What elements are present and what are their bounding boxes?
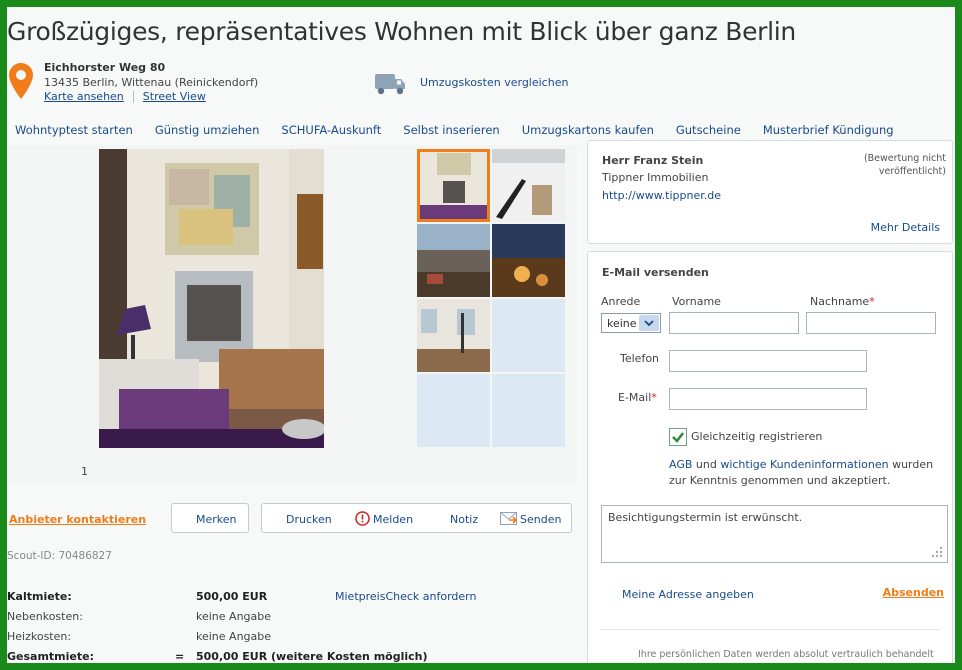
rating-line: veröffentlicht)	[878, 166, 946, 177]
message-textarea[interactable]: Besichtigungstermin ist erwünscht.	[601, 505, 948, 563]
moving-truck-icon	[375, 74, 405, 95]
thumbnail-empty	[492, 299, 565, 372]
email-form: E-Mail versenden Anrede Vorname Nachname…	[587, 251, 953, 663]
service-nav: Wohntyptest starten Günstig umziehen SCH…	[15, 123, 916, 137]
firstname-label: Vorname	[672, 295, 721, 308]
cost-row-cold: Kaltmiete: 500,00 EUR MietpreisCheck anf…	[7, 590, 476, 603]
nav-item-cheap-moving[interactable]: Günstig umziehen	[155, 123, 260, 137]
required-mark: *	[651, 391, 657, 404]
nav-item-vouchers[interactable]: Gutscheine	[676, 123, 741, 137]
main-photo[interactable]	[99, 149, 324, 448]
nav-item-self-listing[interactable]: Selbst inserieren	[403, 123, 499, 137]
page-frame: Großzügiges, repräsentatives Wohnen mit …	[7, 7, 955, 663]
address-links: Karte ansehen Street View	[44, 90, 206, 103]
salutation-select[interactable]: keine	[601, 313, 661, 333]
nav-item-type-test[interactable]: Wohntyptest starten	[15, 123, 133, 137]
more-details-link[interactable]: Mehr Details	[871, 221, 940, 234]
scout-id: Scout-ID: 70486827	[7, 550, 112, 562]
agent-rating: (Bewertung nicht veröffentlicht)	[864, 153, 946, 177]
nav-item-termination-letter[interactable]: Musterbrief Kündigung	[763, 123, 894, 137]
map-link[interactable]: Karte ansehen	[44, 90, 124, 103]
agb-link[interactable]: AGB	[669, 458, 692, 471]
nav-item-moving-boxes[interactable]: Umzugskartons kaufen	[522, 123, 654, 137]
salutation-value: keine	[607, 317, 637, 330]
email-input[interactable]	[669, 388, 867, 410]
send-mail-icon	[500, 512, 517, 525]
total-rent-label: Gesamtmiete:	[7, 650, 94, 663]
register-label: Gleichzeitig registrieren	[691, 430, 823, 443]
terms-rest: wurden	[888, 458, 934, 471]
salutation-label: Anrede	[601, 295, 641, 308]
submit-button[interactable]: Absenden	[883, 586, 944, 599]
terms-rest: zur Kenntnis genommen und akzeptiert.	[669, 474, 891, 487]
cost-row-extra: Nebenkosten: keine Angabe	[7, 610, 271, 623]
location-pin-icon	[9, 63, 33, 99]
thumbnail[interactable]	[492, 149, 565, 222]
photo-counter: 1	[81, 465, 88, 478]
extra-costs-value: keine Angabe	[196, 610, 272, 623]
message-text: Besichtigungstermin ist erwünscht.	[608, 511, 803, 524]
form-divider	[600, 629, 940, 630]
thumbnail[interactable]	[417, 224, 490, 297]
chevron-down-icon	[639, 315, 659, 331]
action-toolbar: Drucken Melden Notiz Senden	[261, 503, 572, 533]
cold-rent-label: Kaltmiete:	[7, 590, 72, 603]
cost-row-heating: Heizkosten: keine Angabe	[7, 630, 271, 643]
remember-button[interactable]: Merken	[171, 503, 249, 533]
send-button[interactable]: Senden	[520, 513, 561, 526]
cold-rent-value: 500,00 EUR	[196, 590, 268, 603]
thumbnail[interactable]	[492, 224, 565, 297]
address-street: Eichhorster Weg 80	[44, 61, 166, 74]
customer-info-link[interactable]: wichtige Kundeninformationen	[720, 458, 888, 471]
thumbnail-empty	[417, 374, 490, 447]
resize-handle-icon[interactable]	[929, 544, 943, 558]
heating-costs-label: Heizkosten:	[7, 630, 72, 643]
rating-line: (Bewertung nicht	[863, 153, 946, 164]
checkmark-icon	[672, 432, 684, 443]
thumbnail-grid	[417, 149, 567, 449]
thumbnail[interactable]	[417, 299, 490, 372]
listing-title: Großzügiges, repräsentatives Wohnen mit …	[7, 17, 796, 46]
firstname-input[interactable]	[669, 312, 799, 334]
agent-name: Herr Franz Stein	[602, 154, 704, 167]
my-address-link[interactable]: Meine Adresse angeben	[622, 588, 754, 601]
remember-label: Merken	[196, 513, 237, 526]
thumbnail[interactable]	[417, 149, 490, 222]
address-city: 13435 Berlin, Wittenau (Reinickendorf)	[44, 76, 259, 89]
email-label: E-Mail*	[618, 391, 657, 404]
nav-item-schufa[interactable]: SCHUFA-Auskunft	[281, 123, 381, 137]
agent-website[interactable]: http://www.tippner.de	[602, 189, 721, 202]
rent-check-link[interactable]: MietpreisCheck anfordern	[335, 590, 476, 603]
extra-costs-label: Nebenkosten:	[7, 610, 83, 623]
thumbnail-empty	[492, 374, 565, 447]
agent-company: Tippner Immobilien	[602, 171, 709, 184]
heating-costs-value: keine Angabe	[196, 630, 272, 643]
warning-icon	[355, 511, 370, 526]
cost-row-total: Gesamtmiete: = 500,00 EUR (weitere Koste…	[7, 650, 428, 663]
photo-gallery: 1	[7, 145, 577, 485]
terms-text: AGB und wichtige Kundeninformationen wur…	[669, 457, 933, 489]
print-button[interactable]: Drucken	[286, 513, 332, 526]
email-text: E-Mail	[618, 391, 652, 404]
contact-provider-link[interactable]: Anbieter kontaktieren	[9, 513, 146, 526]
agent-card: Herr Franz Stein Tippner Immobilien http…	[587, 140, 953, 244]
lastname-text: Nachname	[810, 295, 870, 308]
total-equals: =	[175, 650, 185, 663]
report-button[interactable]: Melden	[373, 513, 413, 526]
required-mark: *	[869, 295, 875, 308]
email-form-heading: E-Mail versenden	[602, 266, 709, 279]
register-checkbox[interactable]	[669, 428, 687, 446]
link-separator	[132, 91, 134, 103]
moving-cost-link[interactable]: Umzugskosten vergleichen	[420, 76, 568, 89]
lastname-label: Nachname*	[810, 295, 875, 308]
phone-label: Telefon	[620, 352, 660, 365]
note-button[interactable]: Notiz	[450, 513, 478, 526]
streetview-link[interactable]: Street View	[143, 90, 206, 103]
lastname-input[interactable]	[806, 312, 936, 334]
total-rent-value: 500,00 EUR (weitere Kosten möglich)	[196, 650, 428, 663]
phone-input[interactable]	[669, 350, 867, 372]
terms-and: und	[692, 458, 721, 471]
privacy-note: Ihre persönlichen Daten werden absolut v…	[638, 649, 934, 660]
